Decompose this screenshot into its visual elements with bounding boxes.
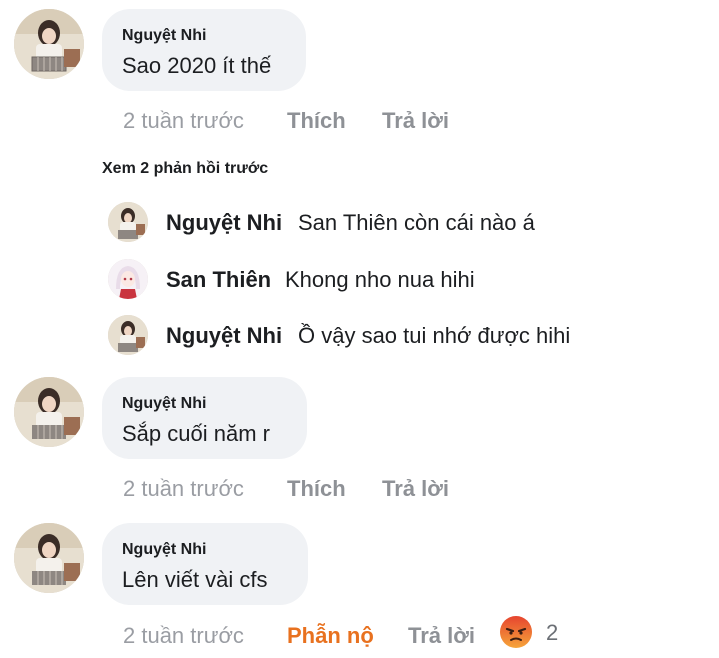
comment-timestamp[interactable]: 2 tuần trước (123, 476, 244, 501)
reaction-summary[interactable] (498, 614, 534, 650)
reply-item: Nguyệt Nhi San Thiên còn cái nào á (108, 202, 708, 242)
avatar[interactable] (108, 315, 148, 355)
comment-text: Sao 2020 ít thế (122, 53, 272, 78)
reply-item: Nguyệt Nhi Ồ vậy sao tui nhớ được hihi (108, 315, 708, 355)
comment-actions: 2 tuần trước Thích Trả lời (123, 476, 523, 504)
reply-button[interactable]: Trả lời (408, 623, 475, 649)
like-button[interactable]: Thích (287, 476, 346, 502)
reply-button[interactable]: Trả lời (382, 476, 449, 502)
reply-author[interactable]: San Thiên (166, 267, 271, 293)
girl-avatar-icon (108, 315, 148, 355)
girl-avatar-icon (108, 202, 148, 242)
girl-avatar-icon (14, 9, 84, 79)
comment-timestamp[interactable]: 2 tuần trước (123, 108, 244, 133)
avatar[interactable] (14, 523, 84, 593)
comment-bubble: Nguyệt Nhi Lên viết vài cfs (102, 523, 308, 605)
comment-timestamp[interactable]: 2 tuần trước (123, 623, 244, 648)
reply-item: San Thiên Khong nho nua hihi (108, 259, 708, 299)
reaction-count[interactable]: 2 (546, 620, 558, 646)
avatar[interactable] (14, 377, 84, 447)
anime-avatar-icon (108, 259, 148, 299)
comment-text: Lên viết vài cfs (122, 567, 268, 592)
comment-actions: 2 tuần trước Thích Trả lời (123, 108, 523, 136)
reply-author[interactable]: Nguyệt Nhi (166, 323, 282, 349)
reply-text: Ồ vậy sao tui nhớ được hihi (298, 323, 571, 348)
comment-author[interactable]: Nguyệt Nhi (122, 394, 287, 414)
comment-author[interactable]: Nguyệt Nhi (122, 540, 288, 560)
comment-text: Sắp cuối năm r (122, 421, 270, 446)
angry-reaction-button[interactable]: Phẫn nộ (287, 623, 374, 649)
avatar[interactable] (108, 259, 148, 299)
reply-button[interactable]: Trả lời (382, 108, 449, 134)
comment-bubble: Nguyệt Nhi Sắp cuối năm r (102, 377, 307, 459)
view-previous-replies-link[interactable]: Xem 2 phản hồi trước (102, 160, 268, 178)
avatar[interactable] (14, 9, 84, 79)
girl-avatar-icon (14, 523, 84, 593)
girl-avatar-icon (14, 377, 84, 447)
angry-emoji-icon (500, 616, 532, 648)
comment-bubble: Nguyệt Nhi Sao 2020 ít thế (102, 9, 306, 91)
comment-author[interactable]: Nguyệt Nhi (122, 26, 286, 46)
reply-text: San Thiên còn cái nào á (298, 210, 535, 235)
like-button[interactable]: Thích (287, 108, 346, 134)
reply-author[interactable]: Nguyệt Nhi (166, 210, 282, 236)
comment-actions: 2 tuần trước Phẫn nộ Trả lời (123, 623, 523, 651)
reply-text: Khong nho nua hihi (285, 267, 475, 292)
avatar[interactable] (108, 202, 148, 242)
